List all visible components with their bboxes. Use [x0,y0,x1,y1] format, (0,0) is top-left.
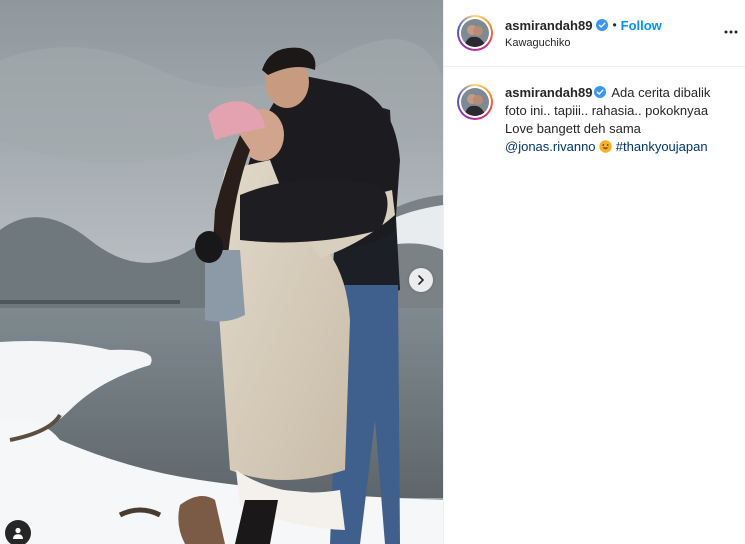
mention-link[interactable]: @jonas.rivanno [505,139,596,154]
post-photo[interactable] [0,0,443,544]
username-link[interactable]: asmirandah89 [505,18,592,33]
caption-story-ring[interactable] [457,84,493,120]
post-header: asmirandah89 • Follow Kawaguchiko [444,0,745,67]
caption-avatar[interactable] [461,88,489,116]
user-tags-button[interactable] [5,520,31,544]
follow-button[interactable]: Follow [621,18,662,33]
avatar-image [461,88,489,116]
post-sidebar: asmirandah89 • Follow Kawaguchiko asmira… [443,0,745,544]
avatar[interactable] [461,19,489,47]
caption-body: asmirandah89 Ada cerita dibalik foto ini… [505,84,721,156]
hashtag-link[interactable]: #thankyoujapan [616,139,708,154]
grinning-face-with-tongue-icon [599,140,612,153]
chevron-right-icon [418,275,425,285]
caption-username-link[interactable]: asmirandah89 [505,85,592,100]
caption: asmirandah89 Ada cerita dibalik foto ini… [444,67,745,156]
separator-dot: • [612,18,617,32]
location-link[interactable]: Kawaguchiko [505,37,662,49]
story-ring[interactable] [457,15,493,51]
verified-badge-icon [596,19,609,31]
post-container: asmirandah89 • Follow Kawaguchiko asmira… [0,0,745,544]
user-tag-icon [13,527,23,539]
next-photo-button[interactable] [409,268,433,292]
post-image [0,0,443,544]
more-options-icon[interactable] [723,24,739,40]
avatar-image [461,19,489,47]
verified-badge-icon [594,86,607,98]
